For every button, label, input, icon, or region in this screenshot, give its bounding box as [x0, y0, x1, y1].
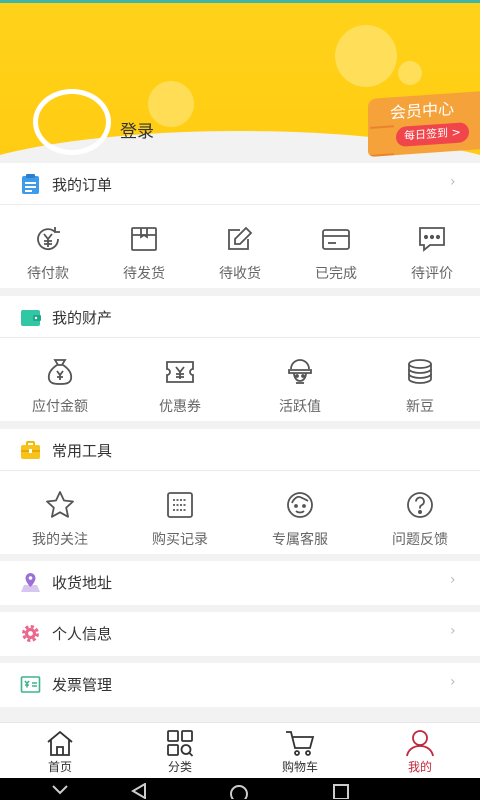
decor-bubble	[398, 61, 422, 85]
chevron-right-icon: ›	[450, 623, 456, 639]
address-row[interactable]: 收货地址 ›	[0, 561, 480, 605]
star-icon	[46, 491, 74, 518]
order-completed[interactable]: 已完成	[288, 205, 384, 283]
member-center-badge[interactable]: 会员中心 每日签到 >	[368, 90, 480, 158]
order-label: 待付款	[27, 266, 69, 282]
assets-section: 我的财产 应付金额 优惠券 活跃值 新豆	[0, 296, 480, 421]
home-button-icon[interactable]	[228, 783, 250, 799]
chevron-right-icon: ›	[450, 572, 456, 588]
invoice-icon	[20, 676, 41, 693]
tool-label: 我的关注	[32, 532, 88, 548]
orders-header[interactable]: 我的订单 ›	[0, 163, 480, 205]
orders-title: 我的订单	[52, 176, 113, 194]
chevron-down-icon[interactable]	[50, 783, 70, 797]
asset-label: 应付金额	[32, 399, 88, 415]
location-icon	[21, 573, 40, 592]
asset-label: 活跃值	[279, 399, 321, 415]
purchase-record-icon	[167, 492, 193, 518]
profile-row[interactable]: 个人信息 ›	[0, 612, 480, 656]
order-list-icon	[22, 174, 39, 194]
tab-label: 分类	[167, 760, 192, 774]
order-label: 待发货	[123, 266, 165, 282]
tab-cart[interactable]: 购物车	[240, 723, 360, 778]
tool-feedback[interactable]: 问题反馈	[360, 471, 480, 549]
member-decor-icon	[370, 125, 394, 157]
asset-amount-due[interactable]: 应付金额	[0, 338, 120, 416]
asset-label: 新豆	[406, 399, 434, 415]
user-icon	[406, 730, 434, 757]
tools-title: 常用工具	[52, 442, 113, 460]
order-pending-review[interactable]: 待评价	[384, 205, 480, 283]
tools-grid: 我的关注 购买记录 专属客服 问题反馈	[0, 471, 480, 549]
profile-header: 登录 会员中心 每日签到 >	[0, 3, 480, 163]
question-icon	[407, 492, 433, 518]
pending-shipment-icon	[131, 227, 157, 251]
decor-bubble	[335, 25, 397, 87]
order-label: 已完成	[315, 266, 357, 282]
wallet-icon	[21, 310, 41, 326]
order-pending-payment[interactable]: 待付款	[0, 205, 96, 283]
order-label: 待评价	[411, 266, 453, 282]
bottom-tab-bar: 首页 分类 购物车 我的	[0, 722, 480, 778]
asset-activity[interactable]: 活跃值	[240, 338, 360, 416]
tab-label: 首页	[47, 760, 72, 774]
orders-section: 我的订单 › 待付款 待发货 待收货 已完成 待评价	[0, 163, 480, 288]
assets-header: 我的财产	[0, 296, 480, 338]
tools-section: 常用工具 我的关注 购买记录 专属客服 问题反馈	[0, 429, 480, 554]
profile-title: 个人信息	[52, 625, 113, 643]
tab-label: 购物车	[281, 760, 318, 774]
asset-beans[interactable]: 新豆	[360, 338, 480, 416]
gear-icon	[22, 625, 39, 642]
tab-home[interactable]: 首页	[0, 723, 120, 778]
tool-label: 购买记录	[152, 532, 208, 548]
coins-icon	[408, 359, 432, 384]
tool-label: 专属客服	[272, 532, 328, 548]
pending-payment-icon	[37, 227, 60, 251]
activity-icon	[288, 359, 312, 384]
tool-following[interactable]: 我的关注	[0, 471, 120, 549]
money-bag-icon	[47, 359, 73, 385]
invoice-row[interactable]: 发票管理 ›	[0, 663, 480, 707]
cart-icon	[286, 731, 315, 756]
chevron-right-icon: ›	[450, 674, 456, 690]
chevron-right-icon: ›	[450, 174, 456, 190]
tab-category[interactable]: 分类	[120, 723, 240, 778]
home-icon	[47, 730, 73, 756]
invoice-title: 发票管理	[52, 676, 113, 694]
system-nav-bar	[0, 778, 480, 800]
category-icon	[167, 730, 194, 757]
address-title: 收货地址	[52, 574, 113, 592]
recent-apps-icon[interactable]	[332, 783, 350, 799]
avatar[interactable]	[33, 89, 111, 155]
asset-coupon[interactable]: 优惠券	[120, 338, 240, 416]
tab-mine[interactable]: 我的	[360, 723, 480, 778]
order-label: 待收货	[219, 266, 261, 282]
toolbox-icon	[21, 441, 40, 459]
coupon-icon	[166, 361, 194, 383]
pending-receipt-icon	[228, 226, 253, 250]
assets-title: 我的财产	[52, 309, 113, 327]
back-icon[interactable]	[130, 783, 148, 799]
completed-icon	[322, 229, 350, 250]
tool-purchase-record[interactable]: 购买记录	[120, 471, 240, 549]
tools-header: 常用工具	[0, 429, 480, 471]
tool-label: 问题反馈	[392, 532, 448, 548]
decor-bubble	[148, 81, 194, 127]
orders-grid: 待付款 待发货 待收货 已完成 待评价	[0, 205, 480, 283]
assets-grid: 应付金额 优惠券 活跃值 新豆	[0, 338, 480, 416]
order-pending-receipt[interactable]: 待收货	[192, 205, 288, 283]
asset-label: 优惠券	[159, 399, 201, 415]
order-pending-shipment[interactable]: 待发货	[96, 205, 192, 283]
tab-label: 我的	[407, 760, 432, 774]
customer-service-icon	[287, 492, 313, 518]
member-center-label: 会员中心	[390, 99, 455, 123]
pending-review-icon	[419, 227, 445, 252]
login-link[interactable]: 登录	[120, 117, 154, 142]
daily-checkin-button[interactable]: 每日签到 >	[396, 122, 469, 148]
tool-customer-service[interactable]: 专属客服	[240, 471, 360, 549]
